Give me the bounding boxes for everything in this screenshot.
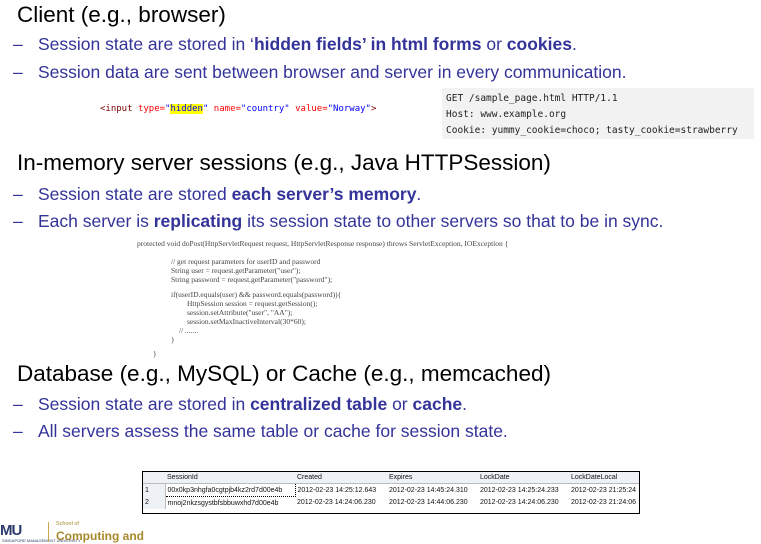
http-request-example: GET /sample_page.html HTTP/1.1 Host: www… [442, 88, 754, 139]
table-header-row: SessionId Created Expires LockDate LockD… [143, 472, 639, 484]
bullet-client-transfer: – Session data are sent between browser a… [13, 62, 627, 82]
bullet-dash: – [13, 184, 23, 204]
session-state-table: SessionId Created Expires LockDate LockD… [142, 471, 640, 514]
table-cell: mnoj2nkzsgystbfsbbuwxhd7d00e4b [167, 499, 279, 507]
table-cell: 00x0kp3nhgfa0cgtpjb4kz2rd7d00e4b [164, 483, 296, 497]
code-line: protected void doPost(HttpServletRequest… [137, 239, 509, 248]
table-cell: 2012-02-23 14:25:12.643 [297, 486, 377, 494]
java-session-code: protected void doPost(HttpServletRequest… [137, 239, 637, 360]
university-logo: MU SINGAPORE MANAGEMENT UNIVERSITY Schoo… [0, 520, 200, 544]
column-header: Created [295, 472, 387, 484]
heading-database: Database (e.g., MySQL) or Cache (e.g., m… [17, 361, 551, 386]
http-line: Host: www.example.org [446, 109, 567, 120]
column-header: SessionId [165, 472, 295, 484]
logo-divider [48, 522, 49, 542]
html-hidden-field-snippet: <input type="hidden" name="country" valu… [100, 104, 377, 114]
bullet-memory-storage: – Session state are stored each server’s … [13, 184, 422, 204]
bullet-dash: – [13, 62, 23, 82]
table-cell: 2012-02-23 21:25:24 [571, 486, 636, 494]
table-cell: 2012-02-23 14:44:06.230 [389, 499, 468, 507]
table-cell: 2012-02-23 14:24:06.230 [480, 499, 559, 507]
table-row: 2 mnoj2nkzsgystbfsbbuwxhd7d00e4b 2012-02… [143, 496, 639, 509]
table-cell: 2012-02-23 14:24:06.230 [297, 499, 376, 507]
code-line: String password = request.getParameter("… [171, 275, 333, 284]
table-corner [143, 472, 165, 484]
code-line: } [171, 335, 175, 344]
bullet-client-storage: – Session state are stored in ‘hidden fie… [13, 34, 577, 54]
table-cell: 2012-02-23 14:25:24.233 [480, 486, 559, 494]
bullet-dash: – [13, 421, 23, 441]
row-number: 1 [143, 483, 166, 497]
logo-mark: MU [0, 522, 22, 539]
heading-in-memory: In-memory server sessions (e.g., Java HT… [17, 150, 551, 175]
bullet-dash: – [13, 394, 23, 414]
column-header: LockDateLocal [569, 472, 639, 484]
column-header: LockDate [478, 472, 569, 484]
heading-client: Client (e.g., browser) [17, 2, 226, 27]
bullet-memory-replication: – Each server is replicating its session … [13, 211, 664, 231]
table-cell: 2012-02-23 21:24:06 [571, 499, 636, 507]
bullet-db-storage: – Session state are stored in centralized… [13, 394, 467, 414]
code-line: session.setMaxInactiveInterval(30*60); [187, 317, 306, 326]
logo-department: Computing and [56, 529, 144, 543]
code-line: } [153, 349, 157, 358]
logo-school-label: School of [56, 521, 79, 527]
bullet-dash: – [13, 211, 23, 231]
row-number: 2 [143, 496, 166, 509]
table-row: 1 00x0kp3nhgfa0cgtpjb4kz2rd7d00e4b 2012-… [143, 483, 639, 497]
bullet-db-access: – All servers assess the same table or ca… [13, 421, 508, 441]
bullet-dash: – [13, 34, 23, 54]
http-line: GET /sample_page.html HTTP/1.1 [446, 93, 618, 104]
table-cell: 2012-02-23 14:45:24.310 [389, 486, 468, 494]
http-line: Cookie: yummy_cookie=choco; tasty_cookie… [446, 125, 738, 136]
column-header: Expires [387, 472, 478, 484]
code-line: // ....... [179, 326, 199, 335]
